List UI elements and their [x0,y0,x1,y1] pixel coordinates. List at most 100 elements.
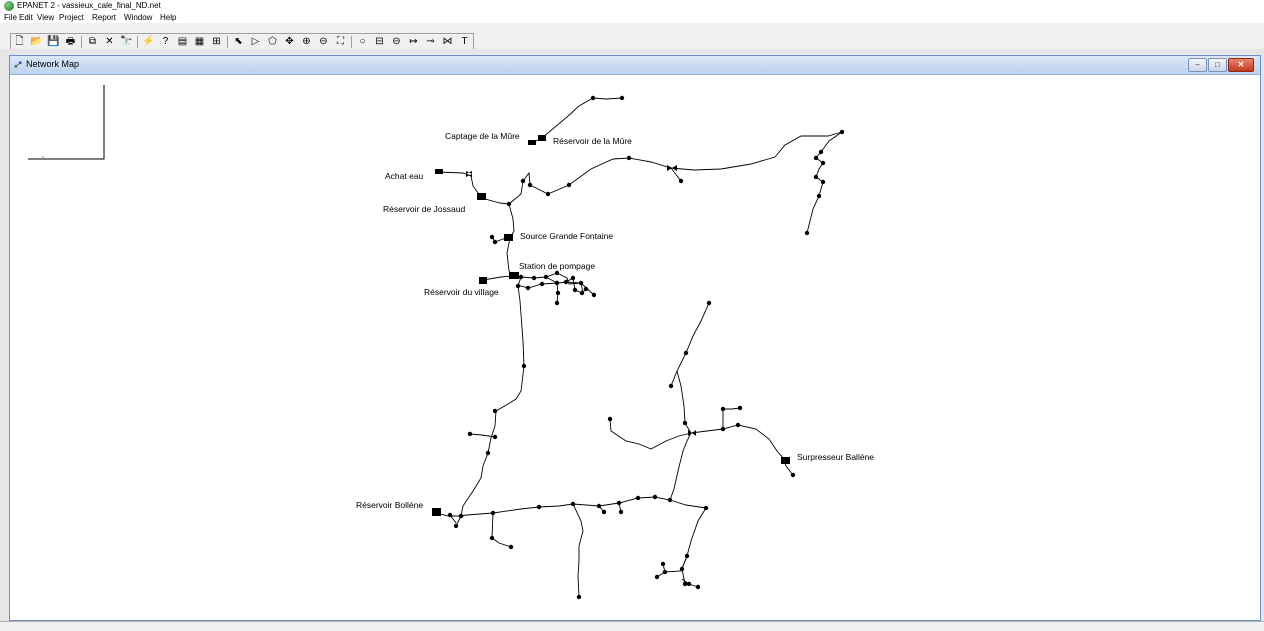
junction-node[interactable] [813,155,819,161]
junction-node[interactable] [596,503,602,509]
menu-report[interactable]: Report [92,12,116,23]
label-reservoir-bollene[interactable]: Réservoir Bolléne [356,500,423,510]
junction-node[interactable] [539,281,545,287]
junction-node[interactable] [492,408,498,414]
junction-node[interactable] [570,275,576,281]
full-extent-icon[interactable]: ⛶ [332,34,349,49]
reservoir-bollene-symbol[interactable] [432,508,441,516]
new-icon[interactable]: 🗋 [11,34,28,49]
junction-node[interactable] [576,594,582,600]
junction-node[interactable] [706,300,712,306]
junction-node[interactable] [520,178,526,184]
reservoir-jossaud-symbol[interactable] [477,193,486,200]
junction-node[interactable] [654,574,660,580]
add-junction-icon[interactable]: ○ [354,34,371,49]
junction-node[interactable] [607,416,613,422]
junction-node[interactable] [506,201,512,207]
menu-file[interactable]: File [4,12,17,23]
junction-node[interactable] [447,512,453,518]
junction-node[interactable] [591,292,597,298]
junction-node[interactable] [790,472,796,478]
junction-node[interactable] [678,178,684,184]
junction-node[interactable] [545,191,551,197]
zoom-out-icon[interactable]: ⊖ [315,34,332,49]
junction-node[interactable] [536,504,542,510]
junction-node[interactable] [816,193,822,199]
menu-edit[interactable]: Edit [19,12,33,23]
menu-window[interactable]: Window [124,12,152,23]
junction-node[interactable] [686,581,692,587]
achat-eau-symbol[interactable] [435,169,443,174]
junction-node[interactable] [682,420,688,426]
junction-node[interactable] [515,283,521,289]
junction-node[interactable] [679,566,685,572]
menu-help[interactable]: Help [160,12,176,23]
junction-node[interactable] [660,561,666,567]
network-map-title-bar[interactable]: Network Map – □ ✕ [10,56,1260,75]
copy-icon[interactable]: ⧉ [84,34,101,49]
captage-mure-symbol[interactable] [528,140,536,145]
junction-node[interactable] [818,149,824,155]
print-icon[interactable]: 🖶 [62,34,79,49]
junction-node[interactable] [616,500,622,506]
junction-node[interactable] [737,405,743,411]
junction-node[interactable] [527,182,533,188]
surpresseur-ballene-symbol[interactable] [781,457,790,464]
junction-node[interactable] [813,174,819,180]
label-reservoir-village[interactable]: Réservoir du village [424,287,499,297]
maximize-button[interactable]: □ [1208,58,1227,72]
label-surpresseur-ballene[interactable]: Surpresseur Balléne [797,452,874,462]
junction-node[interactable] [554,270,560,276]
junction-node[interactable] [579,290,585,296]
select-vertex-icon[interactable]: ▷ [247,34,264,49]
zoom-in-icon[interactable]: ⊕ [298,34,315,49]
menu-project[interactable]: Project [59,12,84,23]
junction-node[interactable] [820,160,826,166]
junction-node[interactable] [458,513,464,519]
junction-node[interactable] [635,495,641,501]
label-achat-eau[interactable]: Achat eau [385,171,424,181]
junction-node[interactable] [695,584,701,590]
add-pipe-icon[interactable]: ↦ [405,34,422,49]
save-icon[interactable]: 💾 [45,34,62,49]
label-station-pompage[interactable]: Station de pompage [519,261,595,271]
junction-node[interactable] [735,422,741,428]
junction-node[interactable] [555,290,561,296]
junction-node[interactable] [543,274,549,280]
junction-node[interactable] [668,383,674,389]
junction-node[interactable] [490,510,496,516]
junction-node[interactable] [521,363,527,369]
junction-node[interactable] [684,553,690,559]
junction-node[interactable] [703,505,709,511]
junction-node[interactable] [601,509,607,515]
station-pompage-symbol[interactable] [509,272,519,279]
junction-node[interactable] [820,179,826,185]
junction-node[interactable] [590,95,596,101]
junction-node[interactable] [518,274,524,280]
network-map-canvas[interactable]: Captage de la Mûre Réservoir de la Mûre … [10,74,1260,620]
add-pump-icon[interactable]: ⊸ [422,34,439,49]
open-icon[interactable]: 📂 [28,34,45,49]
table-icon[interactable]: ▦ [191,34,208,49]
junction-node[interactable] [492,239,498,245]
label-captage-mure[interactable]: Captage de la Mûre [445,131,520,141]
junction-node[interactable] [626,155,632,161]
valve-icon[interactable] [688,430,696,436]
junction-node[interactable] [489,535,495,541]
close-button[interactable]: ✕ [1228,58,1254,72]
reservoir-village-symbol[interactable] [479,277,487,284]
select-object-icon[interactable]: ⬉ [230,34,247,49]
label-source-grande-fontaine[interactable]: Source Grande Fontaine [520,231,613,241]
add-valve-icon[interactable]: ⋈ [439,34,456,49]
junction-node[interactable] [485,450,491,456]
options-icon[interactable]: ⊞ [208,34,225,49]
label-reservoir-mure[interactable]: Réservoir de la Mûre [553,136,632,146]
graph-icon[interactable]: ▤ [174,34,191,49]
delete-icon[interactable]: ✕ [101,34,118,49]
junction-node[interactable] [554,300,560,306]
valve-icon[interactable] [667,165,677,171]
run-icon[interactable]: ⚡ [140,34,157,49]
select-region-icon[interactable]: ⬠ [264,34,281,49]
add-label-icon[interactable]: T [456,34,473,49]
minimize-button[interactable]: – [1188,58,1207,72]
